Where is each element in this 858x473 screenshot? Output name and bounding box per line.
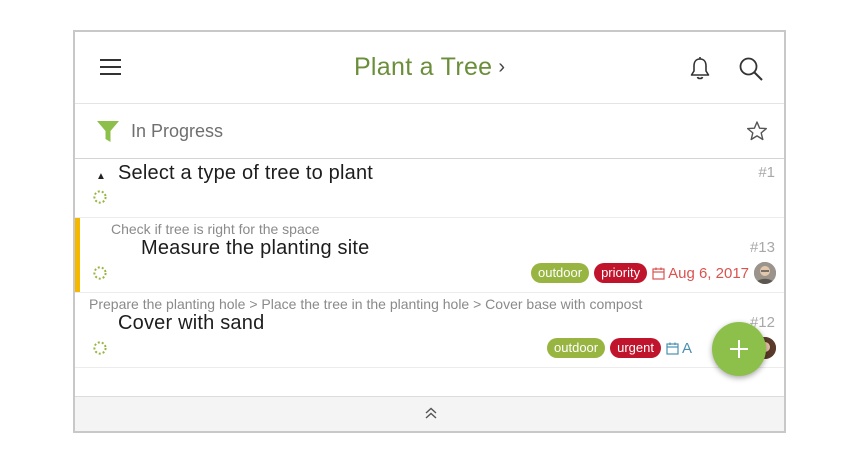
task-breadcrumb: Check if tree is right for the space: [111, 221, 320, 237]
task-name[interactable]: Select a type of tree to plant: [118, 162, 373, 185]
star-icon[interactable]: [746, 120, 768, 142]
tag-outdoor[interactable]: outdoor: [547, 338, 606, 358]
calendar-icon: [666, 342, 679, 355]
tag-priority[interactable]: priority: [594, 263, 648, 283]
task-number: #13: [749, 239, 775, 256]
progress-spinner-icon[interactable]: [93, 341, 107, 355]
assignee-avatar[interactable]: [754, 262, 776, 284]
task-row[interactable]: Check if tree is right for the space Mea…: [75, 218, 784, 293]
selected-indicator: [75, 218, 80, 292]
task-number: #1: [758, 164, 775, 181]
task-row[interactable]: Prepare the planting hole > Place the tr…: [75, 293, 784, 368]
due-date[interactable]: A: [666, 340, 692, 357]
bottom-bar: [75, 396, 784, 431]
filter-bar[interactable]: In Progress: [75, 104, 784, 159]
due-date-text: Aug 6, 2017: [668, 264, 749, 282]
task-row[interactable]: ▲ Select a type of tree to plant #1: [75, 159, 784, 218]
add-task-button[interactable]: [712, 322, 766, 376]
calendar-icon: [652, 267, 665, 280]
bell-icon[interactable]: [688, 56, 712, 82]
task-breadcrumb: Prepare the planting hole > Place the tr…: [89, 296, 643, 312]
project-title[interactable]: Plant a Tree ›: [75, 53, 784, 82]
filter-label[interactable]: In Progress: [131, 121, 223, 142]
app-window: Plant a Tree › In Progress ▲ Select a typ…: [73, 30, 786, 433]
progress-spinner-icon[interactable]: [93, 190, 107, 204]
project-title-text[interactable]: Plant a Tree: [354, 53, 492, 81]
double-chevron-up-icon[interactable]: [424, 406, 438, 420]
tag-outdoor[interactable]: outdoor: [530, 263, 590, 283]
due-date-text: A: [681, 339, 692, 357]
collapse-triangle-icon[interactable]: ▲: [96, 171, 106, 182]
title-chevron-icon[interactable]: ›: [498, 56, 505, 78]
top-bar: Plant a Tree ›: [75, 32, 784, 104]
plus-icon: [730, 340, 748, 358]
task-name[interactable]: Cover with sand: [118, 312, 264, 335]
filter-funnel-icon[interactable]: [96, 120, 120, 144]
task-meta: outdoor priority Aug 6, 2017: [530, 262, 776, 284]
tag-urgent[interactable]: urgent: [610, 338, 661, 358]
search-icon[interactable]: [738, 56, 764, 82]
task-name[interactable]: Measure the planting site: [141, 237, 369, 260]
progress-spinner-icon[interactable]: [93, 266, 107, 280]
due-date[interactable]: Aug 6, 2017: [652, 265, 749, 282]
